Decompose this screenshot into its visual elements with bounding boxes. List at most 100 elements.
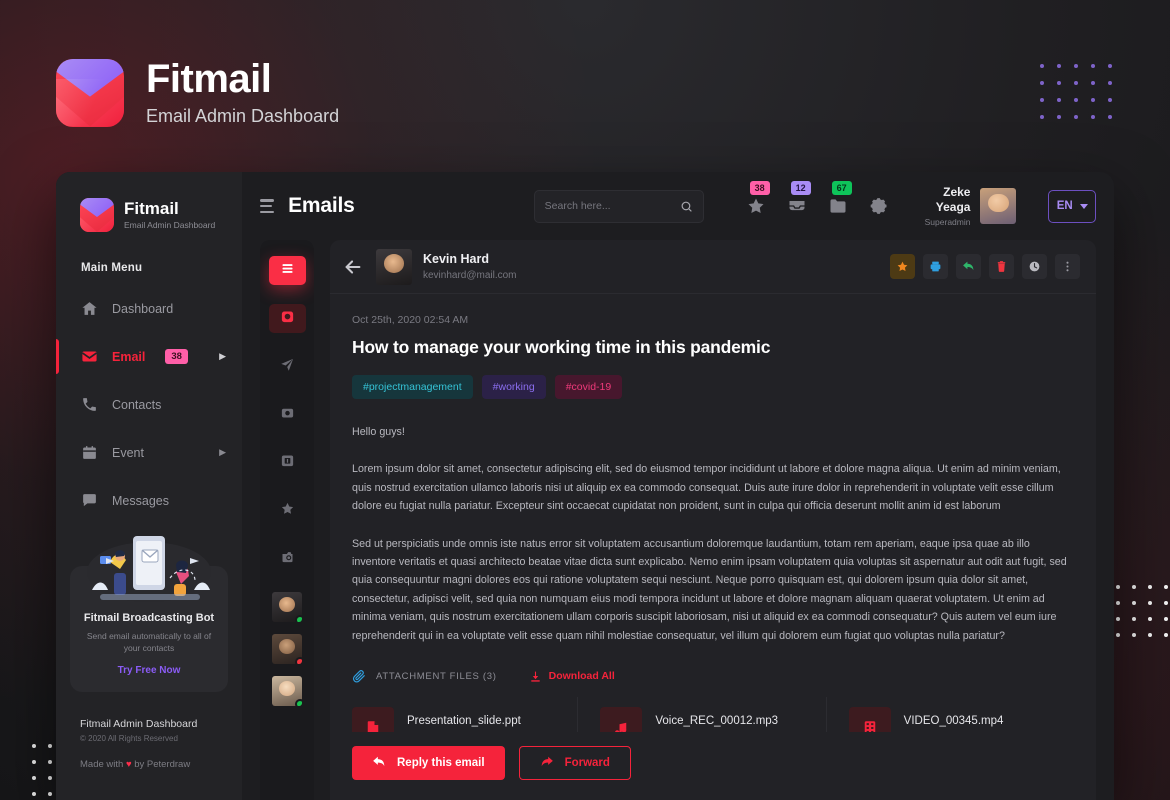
forward-button[interactable]: Forward: [518, 746, 631, 780]
forward-icon: [540, 755, 554, 772]
content-area: Kevin Hard kevinhard@mail.com Oct 25th, …: [242, 240, 1114, 800]
user-profile[interactable]: Zeke Yeaga Superadmin: [925, 185, 1017, 227]
sender-name: Kevin Hard: [423, 252, 489, 266]
main-area: Emails 38 12 67: [242, 172, 1114, 800]
calendar-icon: [81, 444, 98, 461]
rail-button-menu-list[interactable]: [268, 256, 306, 285]
archive-icon: [280, 453, 295, 473]
star-icon: [748, 198, 764, 213]
sidebar-brand-tagline: Email Admin Dashboard: [124, 220, 216, 231]
reply-icon: [963, 261, 974, 271]
reply-email-button[interactable]: [956, 254, 981, 279]
rail-button-spam[interactable]: [269, 544, 306, 573]
search-icon[interactable]: [680, 200, 693, 213]
starred-counter-button[interactable]: 38: [746, 181, 770, 216]
status-dot-online: [295, 699, 302, 706]
rail-button-draft[interactable]: [269, 400, 306, 429]
envelope-logo-icon: [80, 198, 114, 232]
promo-cta-button[interactable]: Try Free Now: [118, 665, 181, 676]
email-footer-actions: Reply this email Forward: [330, 732, 1096, 800]
sidebar-item-event[interactable]: Event ▶: [56, 433, 242, 472]
footer-credit: Made with ♥ by Peterdraw: [80, 759, 197, 770]
download-all-button[interactable]: Download All: [529, 670, 615, 683]
chevron-right-icon: ▶: [219, 351, 226, 361]
footer-credit-suffix: by Peterdraw: [131, 759, 191, 770]
promo-card[interactable]: Fitmail Broadcasting Bot Send email auto…: [70, 528, 228, 692]
topbar: Emails 38 12 67: [242, 172, 1114, 240]
draft-icon: [280, 405, 295, 425]
delete-email-button[interactable]: [989, 254, 1014, 279]
star-icon: [897, 261, 908, 272]
contact-avatar-2[interactable]: [272, 634, 302, 664]
settings-button[interactable]: [869, 196, 889, 216]
search-box[interactable]: [533, 189, 704, 223]
folder-count-badge: 67: [831, 181, 852, 196]
language-value: EN: [1056, 200, 1073, 212]
language-selector[interactable]: EN: [1048, 189, 1096, 223]
star-icon: [280, 501, 295, 521]
footer-copyright: © 2020 All Rights Reserved: [80, 734, 178, 743]
decorative-dot-grid-top: [1040, 64, 1112, 119]
promo-illustration: [70, 528, 228, 606]
email-greeting: Hello guys!: [352, 426, 405, 438]
tag-covid19[interactable]: #covid-19: [554, 375, 623, 399]
contact-avatar-1[interactable]: [272, 592, 302, 622]
status-dot-online: [295, 615, 302, 622]
inbox-icon: [280, 309, 295, 329]
sidebar-item-email[interactable]: Email 38 ▶: [56, 337, 242, 376]
tag-working[interactable]: #working: [481, 375, 546, 399]
rail-button-send[interactable]: [269, 352, 306, 381]
sidebar: Fitmail Email Admin Dashboard Main Menu …: [56, 172, 242, 800]
hamburger-icon[interactable]: [260, 199, 275, 213]
arrow-left-icon[interactable]: [342, 256, 364, 278]
snooze-email-button[interactable]: [1022, 254, 1047, 279]
chevron-down-icon: [1079, 203, 1088, 209]
sidebar-item-messages[interactable]: Messages: [56, 481, 242, 520]
attachment-name: VIDEO_00345.mp4: [903, 715, 1004, 728]
email-paragraph-1: Lorem ipsum dolor sit amet, consectetur …: [352, 463, 1061, 513]
rail-button-inbox[interactable]: [268, 304, 306, 333]
sidebar-item-contacts[interactable]: Contacts: [56, 385, 242, 424]
email-paragraph-2: Sed ut perspiciatis unde omnis iste natu…: [352, 537, 1067, 642]
sidebar-label-event: Event: [112, 445, 144, 460]
user-avatar[interactable]: [980, 188, 1017, 224]
attachment-item[interactable]: Voice_REC_00012.mp3 163 MB: [577, 697, 825, 732]
contact-avatar-3[interactable]: [272, 676, 302, 706]
email-actions: [890, 254, 1080, 279]
reply-this-email-button[interactable]: Reply this email: [352, 746, 505, 780]
folder-counter-button[interactable]: 67: [828, 181, 852, 216]
sidebar-badge-email: 38: [165, 349, 188, 364]
menu-list-icon: [280, 261, 295, 281]
brand-name: Fitmail: [146, 57, 272, 101]
more-vertical-icon: [1066, 261, 1069, 272]
sidebar-footer: Fitmail Admin Dashboard © 2020 All Right…: [80, 718, 197, 770]
paperclip-icon: [352, 669, 366, 683]
attachment-name: Voice_REC_00012.mp3: [655, 715, 779, 728]
tag-projectmanagement[interactable]: #projectmanagement: [352, 375, 473, 399]
email-sender: Kevin Hard kevinhard@mail.com: [376, 248, 517, 285]
attachments-label: ATTACHMENT FILES (3): [376, 670, 497, 682]
inbox-counter-button[interactable]: 12: [787, 181, 811, 216]
user-role: Superadmin: [924, 216, 971, 227]
sender-avatar: [376, 248, 412, 285]
mail-folder-rail: [260, 240, 314, 800]
envelope-logo-icon: [56, 58, 124, 127]
gear-icon: [870, 198, 887, 214]
attachment-list: Presentation_slide.ppt 456 KB Voice_REC_…: [352, 697, 1074, 732]
attachment-item[interactable]: Presentation_slide.ppt 456 KB: [352, 697, 577, 732]
sidebar-label-messages: Messages: [112, 493, 169, 508]
search-input[interactable]: [544, 200, 680, 212]
more-options-button[interactable]: [1055, 254, 1080, 279]
rail-button-starred[interactable]: [269, 496, 306, 525]
print-email-button[interactable]: [923, 254, 948, 279]
file-doc-icon: [352, 707, 394, 732]
trash-icon: [997, 261, 1006, 272]
send-icon: [280, 357, 295, 377]
sidebar-item-dashboard[interactable]: Dashboard: [56, 289, 242, 328]
star-email-button[interactable]: [890, 254, 915, 279]
email-subject: How to manage your working time in this …: [352, 337, 771, 357]
rail-button-archive[interactable]: [269, 448, 306, 477]
attachment-item[interactable]: VIDEO_00345.mp4 531 MB: [825, 697, 1074, 732]
inbox-count-badge: 12: [790, 181, 811, 196]
music-note-icon: [600, 707, 643, 732]
